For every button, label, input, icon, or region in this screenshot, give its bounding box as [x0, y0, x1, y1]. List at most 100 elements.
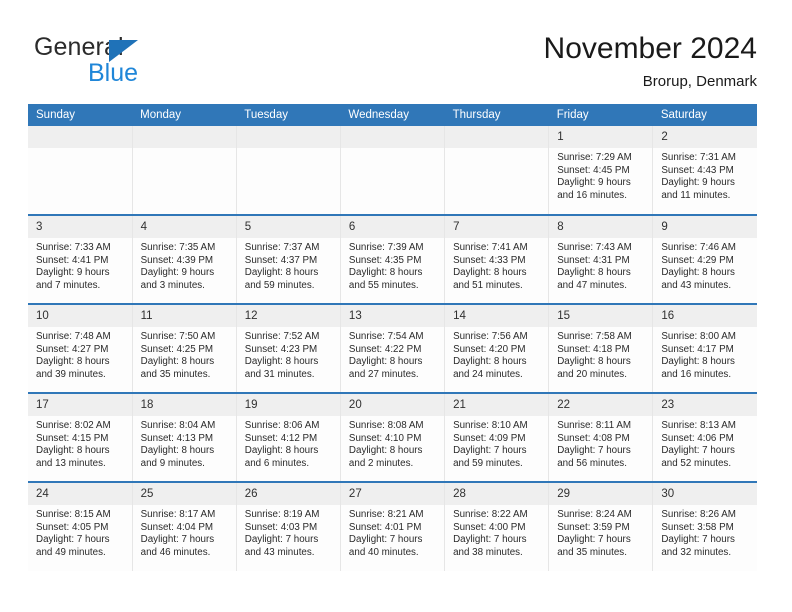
sunrise-text: Sunrise: 7:31 AM: [661, 152, 736, 163]
day-number: [340, 126, 445, 148]
sunrise-text: Sunrise: 7:48 AM: [36, 331, 111, 342]
calendar-day-cell[interactable]: 6 Sunrise: 7:39 AM Sunset: 4:35 PM Daylight…: [340, 214, 446, 304]
calendar-day-cell[interactable]: 17 Sunrise: 8:02 AM Sunset: 4:15 PM Dayligh…: [28, 392, 133, 482]
calendar-day-cell[interactable]: 10 Sunrise: 7:48 AM Sunset: 4:27 PM Dayligh…: [28, 303, 133, 393]
calendar-day-cell[interactable]: 22 Sunrise: 8:11 AM Sunset: 4:08 PM Dayligh…: [548, 392, 654, 482]
day-sun-info: Sunrise: 7:58 AM Sunset: 4:18 PM Daylight:…: [549, 327, 652, 381]
sunrise-text: Sunrise: 8:00 AM: [661, 331, 736, 342]
calendar-day-cell[interactable]: 19 Sunrise: 8:06 AM Sunset: 4:12 PM Dayligh…: [236, 392, 341, 482]
calendar-day-cell[interactable]: 8 Sunrise: 7:43 AM Sunset: 4:31 PM Daylight…: [548, 214, 654, 304]
calendar-day-cell[interactable]: 14 Sunrise: 7:56 AM Sunset: 4:20 PM Dayligh…: [444, 303, 550, 393]
calendar-day-cell[interactable]: 27 Sunrise: 8:21 AM Sunset: 4:01 PM Dayligh…: [340, 481, 446, 571]
daylight-text-line2: and 59 minutes.: [244, 279, 315, 291]
daylight-text-line2: and 43 minutes.: [244, 546, 315, 558]
calendar-week-row: 1 Sunrise: 7:29 AM Sunset: 4:45 PM Daylight…: [28, 126, 757, 215]
day-sun-info: Sunrise: 8:11 AM Sunset: 4:08 PM Daylight:…: [549, 416, 652, 470]
calendar-day-cell[interactable]: 5 Sunrise: 7:37 AM Sunset: 4:37 PM Daylight…: [236, 214, 341, 304]
daylight-text-line1: Daylight: 8 hours: [244, 445, 319, 457]
weekday-header-saturday: Saturday: [652, 104, 757, 126]
daylight-text-line2: and 47 minutes.: [557, 279, 627, 291]
day-number: [445, 126, 549, 148]
daylight-text-line1: Daylight: 8 hours: [36, 356, 110, 368]
day-number: 22: [549, 394, 653, 416]
day-number: 23: [653, 394, 757, 416]
calendar-day-cell[interactable]: 12 Sunrise: 7:52 AM Sunset: 4:23 PM Dayligh…: [236, 303, 341, 393]
daylight-text-line2: and 56 minutes.: [557, 457, 627, 469]
calendar-day-cell[interactable]: 25 Sunrise: 8:17 AM Sunset: 4:04 PM Dayligh…: [132, 481, 237, 571]
sunset-text: Sunset: 4:31 PM: [557, 254, 630, 266]
day-number: 17: [28, 394, 132, 416]
calendar-day-cell[interactable]: 26 Sunrise: 8:19 AM Sunset: 4:03 PM Dayligh…: [236, 481, 341, 571]
sunset-text: Sunset: 3:59 PM: [557, 521, 630, 533]
sunrise-text: Sunrise: 7:56 AM: [453, 331, 528, 342]
day-sun-info: Sunrise: 8:17 AM Sunset: 4:04 PM Daylight:…: [133, 505, 236, 559]
sunrise-text: Sunrise: 7:50 AM: [140, 331, 216, 342]
sunset-text: Sunset: 4:17 PM: [661, 343, 734, 355]
sunset-text: Sunset: 4:27 PM: [36, 343, 109, 355]
calendar-day-cell[interactable]: 30 Sunrise: 8:26 AM Sunset: 3:58 PM Dayligh…: [652, 481, 757, 571]
day-sun-info: Sunrise: 7:41 AM Sunset: 4:33 PM Daylight:…: [445, 238, 548, 292]
calendar-day-cell-empty: [28, 126, 133, 215]
calendar-day-cell[interactable]: 21 Sunrise: 8:10 AM Sunset: 4:09 PM Dayligh…: [444, 392, 550, 482]
sunrise-text: Sunrise: 7:43 AM: [557, 242, 632, 253]
calendar-day-cell[interactable]: 4 Sunrise: 7:35 AM Sunset: 4:39 PM Daylight…: [132, 214, 237, 304]
daylight-text-line2: and 24 minutes.: [453, 368, 523, 380]
day-number: 29: [549, 483, 653, 505]
sunset-text: Sunset: 4:13 PM: [140, 432, 214, 444]
day-number: 20: [340, 394, 445, 416]
calendar-day-cell[interactable]: 2 Sunrise: 7:31 AM Sunset: 4:43 PM Daylight…: [652, 126, 757, 215]
daylight-text-line2: and 49 minutes.: [36, 546, 106, 558]
sunset-text: Sunset: 4:35 PM: [348, 254, 422, 266]
day-sun-info: Sunrise: 7:43 AM Sunset: 4:31 PM Daylight:…: [549, 238, 652, 292]
day-sun-info: Sunrise: 7:46 AM Sunset: 4:29 PM Daylight:…: [653, 238, 757, 292]
calendar-day-cell[interactable]: 24 Sunrise: 8:15 AM Sunset: 4:05 PM Dayligh…: [28, 481, 133, 571]
calendar-day-cell-empty: [340, 126, 446, 215]
sunrise-text: Sunrise: 8:13 AM: [661, 420, 736, 431]
sunset-text: Sunset: 4:00 PM: [453, 521, 526, 533]
day-number: 18: [132, 394, 236, 416]
day-sun-info: Sunrise: 7:33 AM Sunset: 4:41 PM Daylight:…: [28, 238, 132, 292]
day-number: 4: [132, 216, 236, 238]
calendar-day-cell[interactable]: 1 Sunrise: 7:29 AM Sunset: 4:45 PM Daylight…: [548, 126, 654, 215]
calendar-day-cell[interactable]: 23 Sunrise: 8:13 AM Sunset: 4:06 PM Dayligh…: [652, 392, 757, 482]
day-number: 16: [653, 305, 757, 327]
daylight-text-line2: and 16 minutes.: [557, 189, 627, 201]
calendar-day-cell[interactable]: 28 Sunrise: 8:22 AM Sunset: 4:00 PM Dayligh…: [444, 481, 550, 571]
calendar-day-cell[interactable]: 13 Sunrise: 7:54 AM Sunset: 4:22 PM Dayligh…: [340, 303, 446, 393]
daylight-text-line1: Daylight: 8 hours: [661, 356, 735, 368]
sunset-text: Sunset: 4:01 PM: [348, 521, 422, 533]
calendar-day-cell[interactable]: 29 Sunrise: 8:24 AM Sunset: 3:59 PM Dayligh…: [548, 481, 654, 571]
calendar-day-cell[interactable]: 9 Sunrise: 7:46 AM Sunset: 4:29 PM Daylight…: [652, 214, 757, 304]
sunset-text: Sunset: 4:37 PM: [244, 254, 318, 266]
daylight-text-line2: and 55 minutes.: [348, 279, 419, 291]
sunset-text: Sunset: 4:41 PM: [36, 254, 109, 266]
calendar-day-cell[interactable]: 20 Sunrise: 8:08 AM Sunset: 4:10 PM Dayligh…: [340, 392, 446, 482]
day-number: 10: [28, 305, 132, 327]
daylight-text-line1: Daylight: 7 hours: [661, 534, 735, 546]
daylight-text-line2: and 27 minutes.: [348, 368, 419, 380]
day-number: 8: [549, 216, 653, 238]
day-sun-info: Sunrise: 8:04 AM Sunset: 4:13 PM Daylight:…: [133, 416, 236, 470]
daylight-text-line1: Daylight: 8 hours: [348, 356, 423, 368]
daylight-text-line2: and 3 minutes.: [140, 279, 205, 291]
day-sun-info: Sunrise: 7:37 AM Sunset: 4:37 PM Daylight:…: [237, 238, 340, 292]
daylight-text-line1: Daylight: 8 hours: [140, 445, 215, 457]
sunset-text: Sunset: 4:23 PM: [244, 343, 318, 355]
day-number: 3: [28, 216, 132, 238]
sunset-text: Sunset: 4:29 PM: [661, 254, 734, 266]
calendar-day-cell-empty: [444, 126, 550, 215]
day-sun-info: Sunrise: 7:56 AM Sunset: 4:20 PM Daylight:…: [445, 327, 548, 381]
calendar-day-cell[interactable]: 16 Sunrise: 8:00 AM Sunset: 4:17 PM Dayligh…: [652, 303, 757, 393]
daylight-text-line1: Daylight: 9 hours: [557, 177, 631, 189]
sunset-text: Sunset: 4:10 PM: [348, 432, 422, 444]
calendar-day-cell[interactable]: 18 Sunrise: 8:04 AM Sunset: 4:13 PM Dayligh…: [132, 392, 237, 482]
calendar-day-cell[interactable]: 3 Sunrise: 7:33 AM Sunset: 4:41 PM Daylight…: [28, 214, 133, 304]
day-sun-info: Sunrise: 7:35 AM Sunset: 4:39 PM Daylight:…: [133, 238, 236, 292]
daylight-text-line2: and 38 minutes.: [453, 546, 523, 558]
sunrise-text: Sunrise: 7:37 AM: [244, 242, 320, 253]
brand-logo[interactable]: General Blue: [34, 33, 274, 87]
calendar-day-cell[interactable]: 7 Sunrise: 7:41 AM Sunset: 4:33 PM Daylight…: [444, 214, 550, 304]
calendar-day-cell[interactable]: 15 Sunrise: 7:58 AM Sunset: 4:18 PM Dayligh…: [548, 303, 654, 393]
calendar-day-cell[interactable]: 11 Sunrise: 7:50 AM Sunset: 4:25 PM Dayligh…: [132, 303, 237, 393]
day-number: 2: [653, 126, 757, 148]
